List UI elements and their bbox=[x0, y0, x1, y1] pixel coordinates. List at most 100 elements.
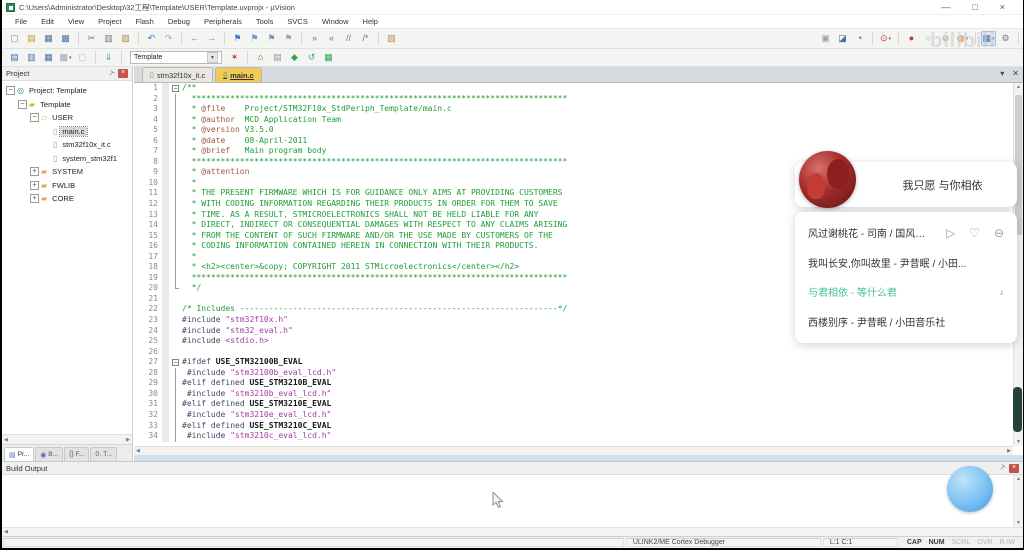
bookmark-next-icon[interactable]: ⚑ bbox=[264, 31, 279, 46]
vscroll-thumb[interactable] bbox=[1015, 95, 1022, 235]
build-icon[interactable]: ▥ bbox=[24, 50, 39, 65]
menu-svcs[interactable]: SVCS bbox=[280, 17, 314, 26]
menu-peripherals[interactable]: Peripherals bbox=[197, 17, 249, 26]
playlist-item[interactable]: 与君相依 - 等什么君♪ bbox=[795, 277, 1017, 307]
download-icon[interactable]: ⇓ bbox=[101, 50, 116, 65]
menu-tools[interactable]: Tools bbox=[249, 17, 281, 26]
nav-back-icon[interactable]: ← bbox=[187, 31, 202, 46]
stop-build-icon[interactable]: ▢ bbox=[75, 50, 90, 65]
breakpoint-enable-icon[interactable]: ○ bbox=[921, 31, 936, 46]
cut-icon[interactable]: ✂ bbox=[84, 31, 99, 46]
chevron-down-icon[interactable]: ▼ bbox=[207, 52, 218, 63]
build-output-body[interactable] bbox=[2, 475, 1023, 527]
scroll-up-icon[interactable]: ▲ bbox=[1014, 476, 1023, 482]
search-icon[interactable]: ⊙▾ bbox=[878, 31, 893, 46]
playlist-item[interactable]: 我叫长安,你叫故里 - 尹昔眠 / 小田... bbox=[795, 248, 1017, 278]
scroll-right-icon[interactable]: ▶ bbox=[1005, 448, 1013, 454]
save-icon[interactable]: ▦ bbox=[41, 31, 56, 46]
tree-item-system-stm32f1[interactable]: ▯system_stm32f1 bbox=[2, 152, 132, 166]
editor-tab-stm32f10x-it-c[interactable]: ▯stm32f10x_it.c bbox=[142, 67, 213, 82]
close-document-icon[interactable]: ✕ bbox=[1012, 69, 1019, 78]
panel-tab-b[interactable]: ◉B... bbox=[35, 447, 63, 461]
menu-view[interactable]: View bbox=[61, 17, 91, 26]
tree-expander-icon[interactable]: − bbox=[18, 100, 27, 109]
more-icon[interactable]: ⊖ bbox=[994, 226, 1004, 240]
pack-installer-icon[interactable]: ▦ bbox=[321, 50, 336, 65]
minimize-button[interactable]: — bbox=[941, 3, 950, 12]
copy-icon[interactable]: ▥ bbox=[101, 31, 116, 46]
tab-list-dropdown-icon[interactable]: ▾ bbox=[1000, 69, 1004, 78]
tree-item-system[interactable]: +▰SYSTEM bbox=[2, 165, 132, 179]
editor-tab-main-c[interactable]: ▯main.c bbox=[215, 67, 262, 82]
fold-collapse-icon[interactable]: − bbox=[172, 85, 179, 92]
scroll-up-icon[interactable]: ▲ bbox=[1014, 84, 1023, 90]
outdent-icon[interactable]: « bbox=[324, 31, 339, 46]
menu-window[interactable]: Window bbox=[315, 17, 356, 26]
play-icon[interactable]: ▷ bbox=[946, 226, 955, 240]
breakpoint-kill-icon[interactable]: ◍▾ bbox=[955, 31, 970, 46]
close-panel-icon[interactable]: × bbox=[118, 69, 128, 78]
tree-item-main-c[interactable]: ▯main.c bbox=[2, 125, 132, 139]
editor-hscrollbar[interactable]: ◀ ▶ bbox=[134, 446, 1013, 455]
menu-flash[interactable]: Flash bbox=[129, 17, 161, 26]
save-all-icon[interactable]: ▩ bbox=[58, 31, 73, 46]
heart-icon[interactable]: ♡ bbox=[969, 226, 980, 240]
person-icon[interactable]: ◪ bbox=[835, 31, 850, 46]
breakpoint-disable-icon[interactable]: ⊘ bbox=[938, 31, 953, 46]
batch-build-icon[interactable]: ▩▾ bbox=[58, 50, 73, 65]
refresh-icon[interactable]: ↺ bbox=[304, 50, 319, 65]
menu-debug[interactable]: Debug bbox=[161, 17, 197, 26]
scroll-left-icon[interactable]: ◀ bbox=[2, 529, 10, 535]
undo-icon[interactable]: ↶ bbox=[144, 31, 159, 46]
menu-edit[interactable]: Edit bbox=[34, 17, 61, 26]
menu-file[interactable]: File bbox=[8, 17, 34, 26]
scroll-left-icon[interactable]: ◀ bbox=[134, 448, 142, 454]
scroll-right-icon[interactable]: ▶ bbox=[124, 437, 132, 443]
paste-icon[interactable]: ▨ bbox=[118, 31, 133, 46]
nav-forward-icon[interactable]: → bbox=[204, 31, 219, 46]
tree-expander-icon[interactable]: − bbox=[30, 113, 39, 122]
tree-item-core[interactable]: +▰CORE bbox=[2, 192, 132, 206]
tree-expander-icon[interactable]: − bbox=[6, 86, 15, 95]
tree-item-project-template[interactable]: −◎Project: Template bbox=[2, 84, 132, 98]
playlist-item[interactable]: 西楼别序 - 尹昔眠 / 小田音乐社 bbox=[795, 307, 1017, 337]
tree-expander-icon[interactable]: + bbox=[30, 194, 39, 203]
fold-collapse-icon[interactable]: − bbox=[172, 359, 179, 366]
comment-icon[interactable]: // bbox=[341, 31, 356, 46]
tree-item-stm32f10x-it-c[interactable]: ▯stm32f10x_it.c bbox=[2, 138, 132, 152]
maximize-button[interactable]: □ bbox=[972, 3, 977, 12]
rebuild-icon[interactable]: ▦ bbox=[41, 50, 56, 65]
tree-item-fwlib[interactable]: +▰FWLIB bbox=[2, 179, 132, 193]
scroll-left-icon[interactable]: ◀ bbox=[2, 437, 10, 443]
menu-help[interactable]: Help bbox=[356, 17, 385, 26]
open-folder-icon[interactable]: ▤ bbox=[24, 31, 39, 46]
rte-house-icon[interactable]: ⌂ bbox=[253, 50, 268, 65]
target-select[interactable]: Template▼ bbox=[130, 51, 222, 64]
pen-icon[interactable]: ◔ bbox=[852, 31, 867, 46]
breakpoint-icon[interactable]: ● bbox=[904, 31, 919, 46]
scroll-down-icon[interactable]: ▼ bbox=[1014, 439, 1023, 445]
uncomment-icon[interactable]: /* bbox=[358, 31, 373, 46]
close-panel-icon[interactable]: × bbox=[1009, 464, 1019, 473]
build-output-hscrollbar[interactable]: ◀ bbox=[2, 527, 1023, 536]
option-checkbox-icon[interactable]: ▣ bbox=[818, 31, 833, 46]
bookmark-prev-icon[interactable]: ⚑ bbox=[247, 31, 262, 46]
options-target-icon[interactable]: ✶ bbox=[227, 50, 242, 65]
tools-icon[interactable]: ⚙ bbox=[998, 31, 1013, 46]
redo-icon[interactable]: ↷ bbox=[161, 31, 176, 46]
translate-icon[interactable]: ▤ bbox=[7, 50, 22, 65]
bookmark-clear-icon[interactable]: ⚑ bbox=[281, 31, 296, 46]
album-art[interactable] bbox=[799, 151, 856, 208]
tree-item-template[interactable]: −▰Template bbox=[2, 98, 132, 112]
tree-expander-icon[interactable]: + bbox=[30, 181, 39, 190]
panel-tab-t[interactable]: 0.T... bbox=[90, 447, 117, 461]
tree-item-user[interactable]: −▱USER bbox=[2, 111, 132, 125]
manage-rte-icon[interactable]: ◆ bbox=[287, 50, 302, 65]
panel-tab-f[interactable]: {}F... bbox=[64, 447, 89, 461]
menu-project[interactable]: Project bbox=[91, 17, 128, 26]
build-output-vscrollbar[interactable]: ▲ ▼ bbox=[1013, 475, 1023, 527]
scroll-down-icon[interactable]: ▼ bbox=[1014, 520, 1023, 526]
pack-icon[interactable]: ▤ bbox=[270, 50, 285, 65]
tree-expander-icon[interactable]: + bbox=[30, 167, 39, 176]
indent-icon[interactable]: » bbox=[307, 31, 322, 46]
